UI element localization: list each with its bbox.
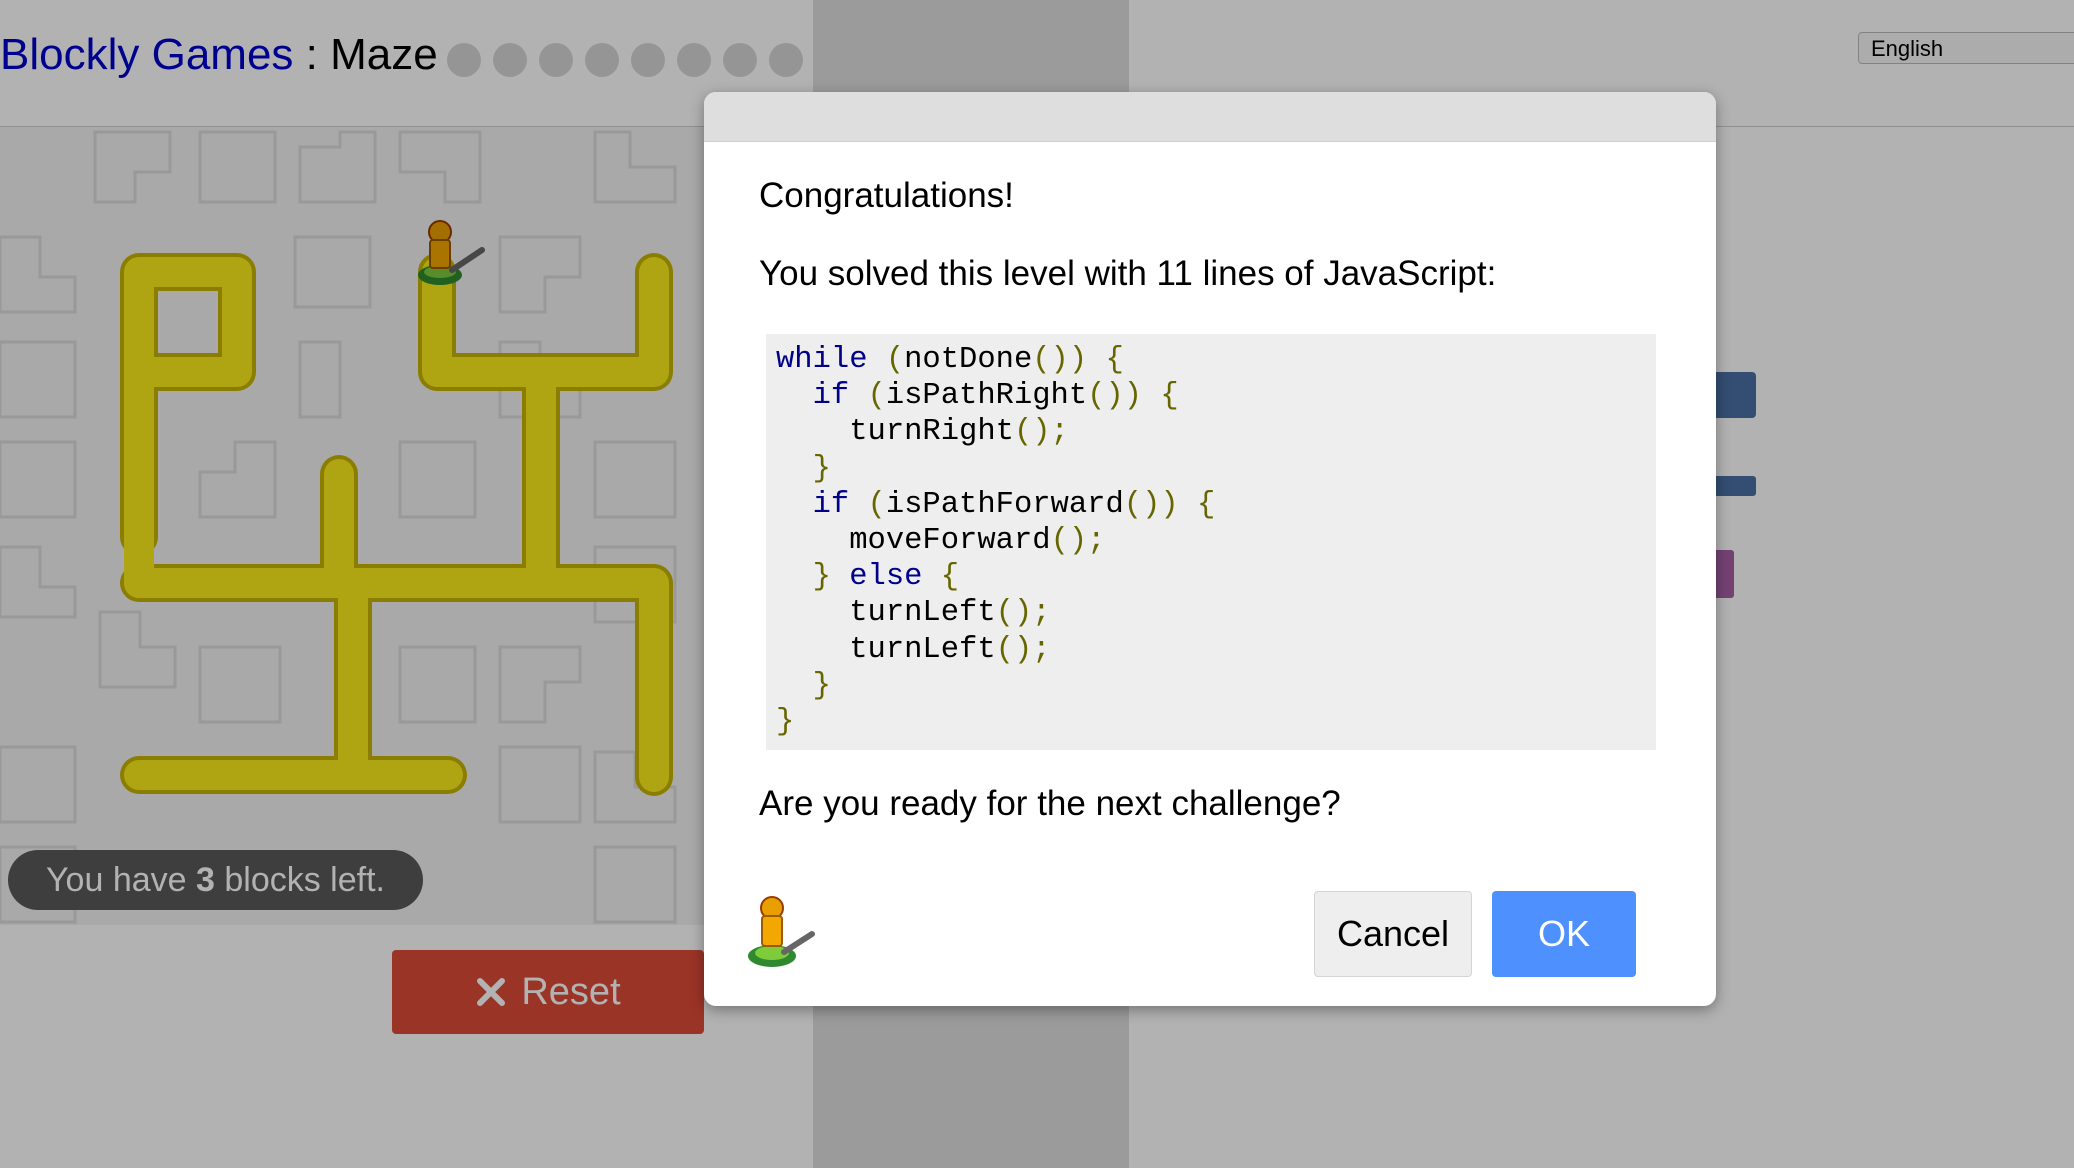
code-line: moveForward(); [776,524,1105,558]
code-token: { [922,560,960,595]
code-token: else [849,560,923,595]
ok-button[interactable]: OK [1492,891,1636,977]
code-token: isPathForward [885,487,1124,522]
code-line: if (isPathRight()) { [776,379,1179,413]
code-token: if [812,487,850,522]
cancel-button[interactable]: Cancel [1314,891,1472,977]
code-token: ( [849,487,886,522]
code-token: while [776,343,868,377]
code-line: turnRight(); [776,415,1069,449]
code-line: } [776,669,831,703]
code-token: notDone [904,343,1033,377]
code-token: isPathRight [885,379,1088,414]
code-token: } [776,560,850,595]
code-token: ()) { [1032,343,1124,377]
code-line: } [776,452,831,486]
code-block: while (notDone()) { if (isPathRight()) {… [766,334,1656,750]
congratulations-dialog: Congratulations! You solved this level w… [704,92,1716,1006]
javascript-code: while (notDone()) { if (isPathRight()) {… [776,342,1215,740]
code-token: } [776,705,795,740]
code-line: turnLeft(); [776,632,1051,667]
code-token: turnLeft [849,632,996,667]
code-token: ( [867,343,905,377]
code-token: turnLeft [849,596,996,631]
congrats-heading: Congratulations! [759,176,1014,215]
code-token: ()) { [1087,379,1179,414]
code-token: (); [1050,524,1106,559]
code-line: } else { [776,560,959,594]
code-token: } [776,451,831,486]
next-challenge-prompt: Are you ready for the next challenge? [759,784,1341,823]
code-token: (); [1013,415,1069,450]
code-token: moveForward [849,524,1051,559]
code-line: while (notDone()) { [776,343,1124,377]
code-token: ( [849,379,886,414]
code-token: (); [995,632,1051,667]
code-line: } [776,705,794,739]
code-token: turnRight [849,415,1014,450]
pegman-icon [748,896,815,967]
dialog-titlebar[interactable] [704,92,1716,142]
code-line: if (isPathForward()) { [776,487,1216,522]
code-token: } [776,668,831,703]
code-token: if [812,379,850,414]
code-line: turnLeft(); [776,596,1051,631]
code-token: ()) { [1123,487,1216,522]
solved-text: You solved this level with 11 lines of J… [759,254,1497,293]
code-token: (); [995,596,1051,631]
